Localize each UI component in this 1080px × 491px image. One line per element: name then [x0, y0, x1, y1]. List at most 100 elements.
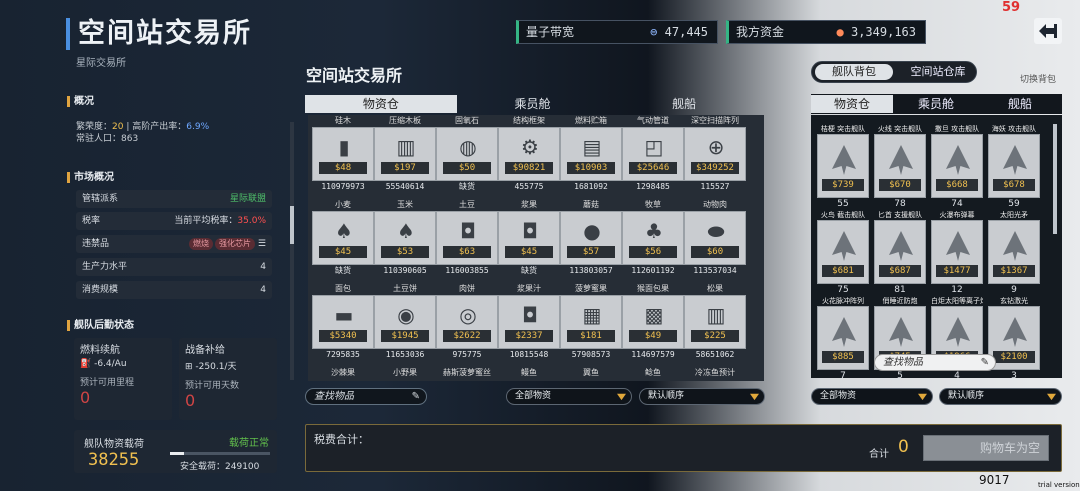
item-card[interactable]: ◎ $2622 [436, 295, 498, 349]
exchange-item[interactable]: 深空扫描阵列 ⊕ $349252 115527 [684, 115, 746, 193]
backpack-ship-item[interactable]: 火鸟 截击舰队 $681 75 [817, 210, 869, 296]
exchange-item[interactable]: 硅木 ▮ $48 110979973 [312, 115, 374, 193]
item-name: 硅木 [335, 116, 351, 125]
item-card[interactable]: ♠ $45 [312, 211, 374, 265]
item-card[interactable]: ⚙ $90821 [498, 127, 560, 181]
backpack-filter-dropdown[interactable]: 全部物资 [811, 388, 933, 405]
sort-dropdown[interactable]: 默认顺序 [639, 388, 765, 405]
ship-card[interactable]: $681 [817, 220, 869, 284]
item-quantity: 57908573 [571, 350, 611, 359]
backpack-ship-item[interactable]: 匕首 支援舰队 $687 81 [874, 210, 926, 296]
ship-card[interactable]: $668 [931, 134, 983, 198]
item-card[interactable]: ▩ $49 [622, 295, 684, 349]
item-card[interactable]: ▥ $225 [684, 295, 746, 349]
item-card[interactable]: ◉ $1945 [374, 295, 436, 349]
item-card[interactable]: ▮ $48 [312, 127, 374, 181]
ship-name: 白炬太阳等离子炮 [931, 297, 983, 305]
exchange-item[interactable]: 冷冻鱼预计 [684, 367, 746, 378]
item-card[interactable]: ▬ $5340 [312, 295, 374, 349]
tab-supplies[interactable]: 物资仓 [305, 95, 457, 113]
exchange-item[interactable]: 土豆 ◘ $63 116003855 [436, 199, 498, 277]
exchange-item[interactable]: 沙棘果 [312, 367, 374, 378]
subtab-ships[interactable]: 舰船 [979, 95, 1061, 113]
item-price: $5340 [319, 330, 367, 342]
backpack-ship-item[interactable]: 火花脉冲阵列 $885 7 [817, 296, 869, 378]
back-button[interactable] [1034, 18, 1062, 44]
item-card[interactable]: ◍ $50 [436, 127, 498, 181]
ship-card[interactable]: $885 [817, 306, 869, 370]
item-card[interactable]: ▥ $197 [374, 127, 436, 181]
exchange-item[interactable]: 肉饼 ◎ $2622 975775 [436, 283, 498, 361]
backpack-ship-item[interactable]: 火线 突击舰队 $670 78 [874, 124, 926, 210]
ship-quantity: 7 [840, 371, 846, 378]
exchange-item[interactable]: 翼鱼 [560, 367, 622, 378]
item-card[interactable]: ◘ $2337 [498, 295, 560, 349]
item-card[interactable]: ◘ $45 [498, 211, 560, 265]
switch-backpack-label[interactable]: 切换背包 [1020, 72, 1056, 85]
ship-card[interactable]: $1477 [931, 220, 983, 284]
backpack-ship-item[interactable]: 玄钻激光 $2100 3 [988, 296, 1040, 378]
item-card[interactable]: ◘ $63 [436, 211, 498, 265]
left-scrollbar[interactable] [290, 122, 294, 380]
exchange-item[interactable]: 土豆饼 ◉ $1945 11653036 [374, 283, 436, 361]
item-card[interactable]: ● $57 [560, 211, 622, 265]
exchange-item[interactable]: 浆果 ◘ $45 缺货 [498, 199, 560, 277]
backpack-ship-item[interactable]: 撒旦 攻击舰队 $668 74 [931, 124, 983, 210]
exchange-item[interactable]: 蘑菇 ● $57 113803057 [560, 199, 622, 277]
backpack-ship-item[interactable]: 海妖 攻击舰队 $678 59 [988, 124, 1040, 210]
backpack-ship-item[interactable]: 火瀑布弹幕 $1477 12 [931, 210, 983, 296]
item-card[interactable]: ♠ $53 [374, 211, 436, 265]
exchange-item[interactable]: 赫斯菠萝蜜丝 [436, 367, 498, 378]
exchange-item[interactable]: 燃料贮箱 ▤ $10903 1681092 [560, 115, 622, 193]
ship-card[interactable]: $678 [988, 134, 1040, 198]
item-quantity: 113803057 [569, 266, 613, 275]
ship-icon [1003, 231, 1027, 261]
exchange-item[interactable]: 结构框架 ⚙ $90821 455775 [498, 115, 560, 193]
back-arrow-icon [1039, 24, 1057, 38]
backpack-sort-dropdown[interactable]: 默认顺序 [939, 388, 1062, 405]
exchange-item[interactable]: 松果 ▥ $225 58651062 [684, 283, 746, 361]
exchange-item[interactable]: 气动管道 ◰ $25646 1298485 [622, 115, 684, 193]
exchange-item[interactable]: 固氧石 ◍ $50 缺货 [436, 115, 498, 193]
item-icon: ◘ [522, 219, 538, 243]
item-quantity: 1681092 [574, 182, 608, 191]
exchange-item[interactable]: 压缩木板 ▥ $197 55540614 [374, 115, 436, 193]
backpack-scrollbar[interactable] [1053, 124, 1057, 234]
exchange-heading: 空间站交易所 [306, 66, 403, 85]
item-card[interactable]: ⊕ $349252 [684, 127, 746, 181]
exchange-item[interactable]: 浆果汁 ◘ $2337 10815548 [498, 283, 560, 361]
ship-price: $670 [879, 179, 921, 191]
exchange-item[interactable]: 面包 ▬ $5340 7295835 [312, 283, 374, 361]
exchange-item[interactable]: 牧草 ♣ $56 112601192 [622, 199, 684, 277]
exchange-item[interactable]: 鳗鱼 [498, 367, 560, 378]
subtab-crew[interactable]: 乘员舱 [895, 95, 977, 113]
filter-dropdown[interactable]: 全部物资 [506, 388, 632, 405]
tab-crew[interactable]: 乘员舱 [457, 95, 609, 113]
backpack-search-input[interactable]: 查找物品 ✎ [874, 354, 996, 371]
exchange-item[interactable]: 玉米 ♠ $53 110390605 [374, 199, 436, 277]
ship-card[interactable]: $739 [817, 134, 869, 198]
item-card[interactable]: ♣ $56 [622, 211, 684, 265]
ship-card[interactable]: $670 [874, 134, 926, 198]
checkout-button[interactable]: 购物车为空 [923, 435, 1049, 461]
ship-quantity: 4 [954, 371, 960, 378]
exchange-item[interactable]: 动物肉 ⬬ $60 113537034 [684, 199, 746, 277]
item-card[interactable]: ▦ $181 [560, 295, 622, 349]
exchange-item[interactable]: 鲶鱼 [622, 367, 684, 378]
tab-ships[interactable]: 舰船 [608, 95, 760, 113]
exchange-item[interactable]: 菠萝蜜果 ▦ $181 57908573 [560, 283, 622, 361]
exchange-item[interactable]: 小麦 ♠ $45 缺货 [312, 199, 374, 277]
tab-station-warehouse[interactable]: 空间站仓库 [900, 64, 976, 80]
item-card[interactable]: ◰ $25646 [622, 127, 684, 181]
backpack-ship-item[interactable]: 太阳光矛 $1367 9 [988, 210, 1040, 296]
backpack-ship-item[interactable]: 桔梗 突击舰队 $739 55 [817, 124, 869, 210]
search-input[interactable]: 查找物品 ✎ [305, 388, 427, 405]
tab-fleet-backpack[interactable]: 舰队背包 [815, 64, 893, 80]
subtab-supplies[interactable]: 物资仓 [811, 95, 893, 113]
item-card[interactable]: ⬬ $60 [684, 211, 746, 265]
exchange-item[interactable]: 小野果 [374, 367, 436, 378]
item-card[interactable]: ▤ $10903 [560, 127, 622, 181]
ship-card[interactable]: $1367 [988, 220, 1040, 284]
exchange-item[interactable]: 猴面包果 ▩ $49 114697579 [622, 283, 684, 361]
ship-card[interactable]: $687 [874, 220, 926, 284]
